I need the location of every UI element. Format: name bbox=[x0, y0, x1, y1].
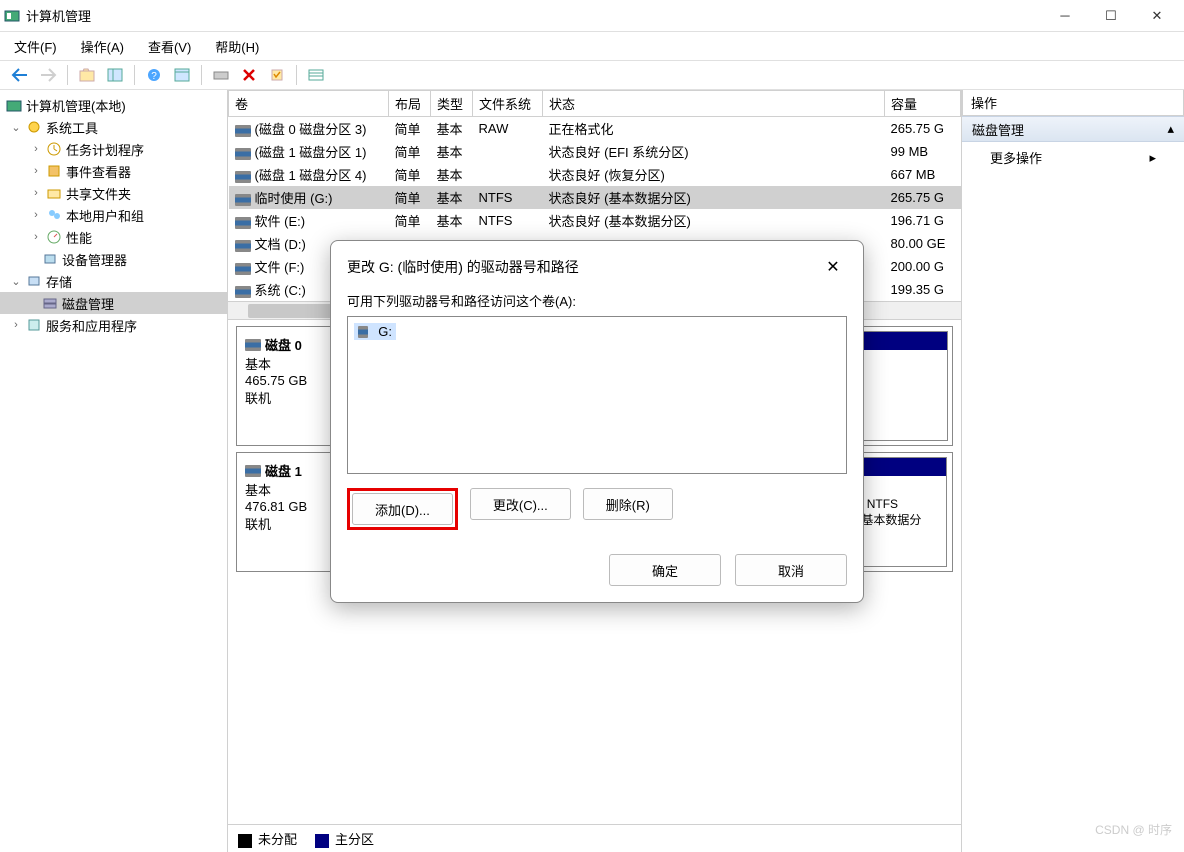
tree-label: 事件查看器 bbox=[66, 162, 131, 181]
maximize-button[interactable]: ☐ bbox=[1088, 0, 1134, 32]
expander-icon[interactable]: ⌄ bbox=[10, 121, 22, 134]
forward-icon bbox=[36, 63, 60, 87]
menu-action[interactable]: 操作(A) bbox=[75, 35, 130, 58]
add-button-highlight: 添加(D)... bbox=[347, 488, 458, 530]
disk-icon bbox=[245, 339, 261, 351]
app-icon bbox=[4, 8, 20, 24]
col-fs[interactable]: 文件系统 bbox=[473, 91, 543, 117]
more-actions[interactable]: 更多操作 ▸ bbox=[962, 142, 1184, 173]
tree-panel[interactable]: 计算机管理(本地) ⌄ 系统工具 ›任务计划程序 ›事件查看器 ›共享文件夹 ›… bbox=[0, 90, 228, 852]
tree-system-tools[interactable]: ⌄ 系统工具 bbox=[0, 116, 227, 138]
tree-label: 本地用户和组 bbox=[66, 206, 144, 225]
tree-disk-management[interactable]: 磁盘管理 bbox=[0, 292, 227, 314]
collapse-icon[interactable]: ▴ bbox=[1167, 121, 1174, 137]
dialog-close-button[interactable]: ✕ bbox=[819, 253, 847, 281]
drive-list[interactable]: G: bbox=[347, 316, 847, 474]
actions-section-label: 磁盘管理 bbox=[972, 120, 1024, 139]
tree-storage[interactable]: ⌄存储 bbox=[0, 270, 227, 292]
disk-name: 磁盘 1 bbox=[265, 461, 302, 480]
col-capacity[interactable]: 容量 bbox=[885, 91, 961, 117]
table-row[interactable]: 临时使用 (G:)简单基本NTFS状态良好 (基本数据分区)265.75 G bbox=[229, 186, 961, 209]
minimize-button[interactable]: ─ bbox=[1042, 0, 1088, 32]
ok-button[interactable]: 确定 bbox=[609, 554, 721, 586]
window-title: 计算机管理 bbox=[26, 6, 1042, 25]
tree-device-manager[interactable]: 设备管理器 bbox=[0, 248, 227, 270]
actions-header: 操作 bbox=[962, 90, 1184, 116]
tree-label: 设备管理器 bbox=[62, 250, 127, 269]
title-bar: 计算机管理 ─ ☐ ✕ bbox=[0, 0, 1184, 32]
tree-shared-folders[interactable]: ›共享文件夹 bbox=[0, 182, 227, 204]
delete-icon[interactable] bbox=[237, 63, 261, 87]
list-view-icon[interactable] bbox=[304, 63, 328, 87]
chevron-right-icon: ▸ bbox=[1149, 150, 1156, 166]
dialog-label: 可用下列驱动器号和路径访问这个卷(A): bbox=[347, 291, 847, 310]
col-status[interactable]: 状态 bbox=[543, 91, 885, 117]
menu-bar: 文件(F) 操作(A) 查看(V) 帮助(H) bbox=[0, 32, 1184, 60]
tree-local-users[interactable]: ›本地用户和组 bbox=[0, 204, 227, 226]
show-hide-tree-icon[interactable] bbox=[103, 63, 127, 87]
watermark: CSDN @ 时序 bbox=[1095, 821, 1172, 838]
close-button[interactable]: ✕ bbox=[1134, 0, 1180, 32]
cancel-button[interactable]: 取消 bbox=[735, 554, 847, 586]
table-row[interactable]: 软件 (E:)简单基本NTFS状态良好 (基本数据分区)196.71 G bbox=[229, 209, 961, 232]
table-row[interactable]: (磁盘 0 磁盘分区 3)简单基本RAW正在格式化265.75 G bbox=[229, 117, 961, 141]
tree-label: 系统工具 bbox=[46, 118, 98, 137]
legend: 未分配 主分区 bbox=[228, 824, 961, 852]
tree-event-viewer[interactable]: ›事件查看器 bbox=[0, 160, 227, 182]
col-type[interactable]: 类型 bbox=[431, 91, 473, 117]
tree-root[interactable]: 计算机管理(本地) bbox=[0, 94, 227, 116]
tree-performance[interactable]: ›性能 bbox=[0, 226, 227, 248]
change-button[interactable]: 更改(C)... bbox=[470, 488, 571, 520]
tree-task-scheduler[interactable]: ›任务计划程序 bbox=[0, 138, 227, 160]
refresh-icon[interactable] bbox=[209, 63, 233, 87]
add-button[interactable]: 添加(D)... bbox=[352, 493, 453, 525]
tree-label: 共享文件夹 bbox=[66, 184, 131, 203]
folder-up-icon[interactable] bbox=[75, 63, 99, 87]
legend-swatch-unallocated bbox=[238, 834, 252, 848]
tree-label: 服务和应用程序 bbox=[46, 316, 137, 335]
menu-help[interactable]: 帮助(H) bbox=[209, 35, 265, 58]
drive-entry[interactable]: G: bbox=[354, 323, 396, 340]
disk-name: 磁盘 0 bbox=[265, 335, 302, 354]
col-volume[interactable]: 卷 bbox=[229, 91, 389, 117]
change-drive-letter-dialog: 更改 G: (临时使用) 的驱动器号和路径 ✕ 可用下列驱动器号和路径访问这个卷… bbox=[330, 240, 864, 603]
legend-label: 未分配 bbox=[258, 832, 297, 847]
tree-label: 性能 bbox=[66, 228, 92, 247]
tree-root-label: 计算机管理(本地) bbox=[26, 96, 126, 115]
tree-label: 磁盘管理 bbox=[62, 294, 114, 313]
help-icon[interactable]: ? bbox=[142, 63, 166, 87]
dialog-title: 更改 G: (临时使用) 的驱动器号和路径 bbox=[347, 257, 579, 277]
actions-section[interactable]: 磁盘管理 ▴ bbox=[962, 116, 1184, 142]
col-layout[interactable]: 布局 bbox=[389, 91, 431, 117]
properties-icon[interactable] bbox=[170, 63, 194, 87]
disk-icon bbox=[245, 465, 261, 477]
tree-services[interactable]: ›服务和应用程序 bbox=[0, 314, 227, 336]
remove-button[interactable]: 删除(R) bbox=[583, 488, 673, 520]
table-row[interactable]: (磁盘 1 磁盘分区 4)简单基本状态良好 (恢复分区)667 MB bbox=[229, 163, 961, 186]
actions-panel: 操作 磁盘管理 ▴ 更多操作 ▸ bbox=[962, 90, 1184, 852]
legend-label: 主分区 bbox=[335, 832, 374, 847]
drive-icon bbox=[358, 326, 368, 338]
tree-label: 存储 bbox=[46, 272, 72, 291]
menu-file[interactable]: 文件(F) bbox=[8, 35, 63, 58]
table-row[interactable]: (磁盘 1 磁盘分区 1)简单基本状态良好 (EFI 系统分区)99 MB bbox=[229, 140, 961, 163]
menu-view[interactable]: 查看(V) bbox=[142, 35, 197, 58]
legend-swatch-primary bbox=[315, 834, 329, 848]
action-icon[interactable] bbox=[265, 63, 289, 87]
svg-text:?: ? bbox=[151, 71, 157, 82]
back-icon[interactable] bbox=[8, 63, 32, 87]
more-actions-label: 更多操作 bbox=[990, 148, 1042, 167]
tree-label: 任务计划程序 bbox=[66, 140, 144, 159]
drive-entry-label: G: bbox=[378, 324, 392, 339]
tool-bar: ? bbox=[0, 60, 1184, 90]
